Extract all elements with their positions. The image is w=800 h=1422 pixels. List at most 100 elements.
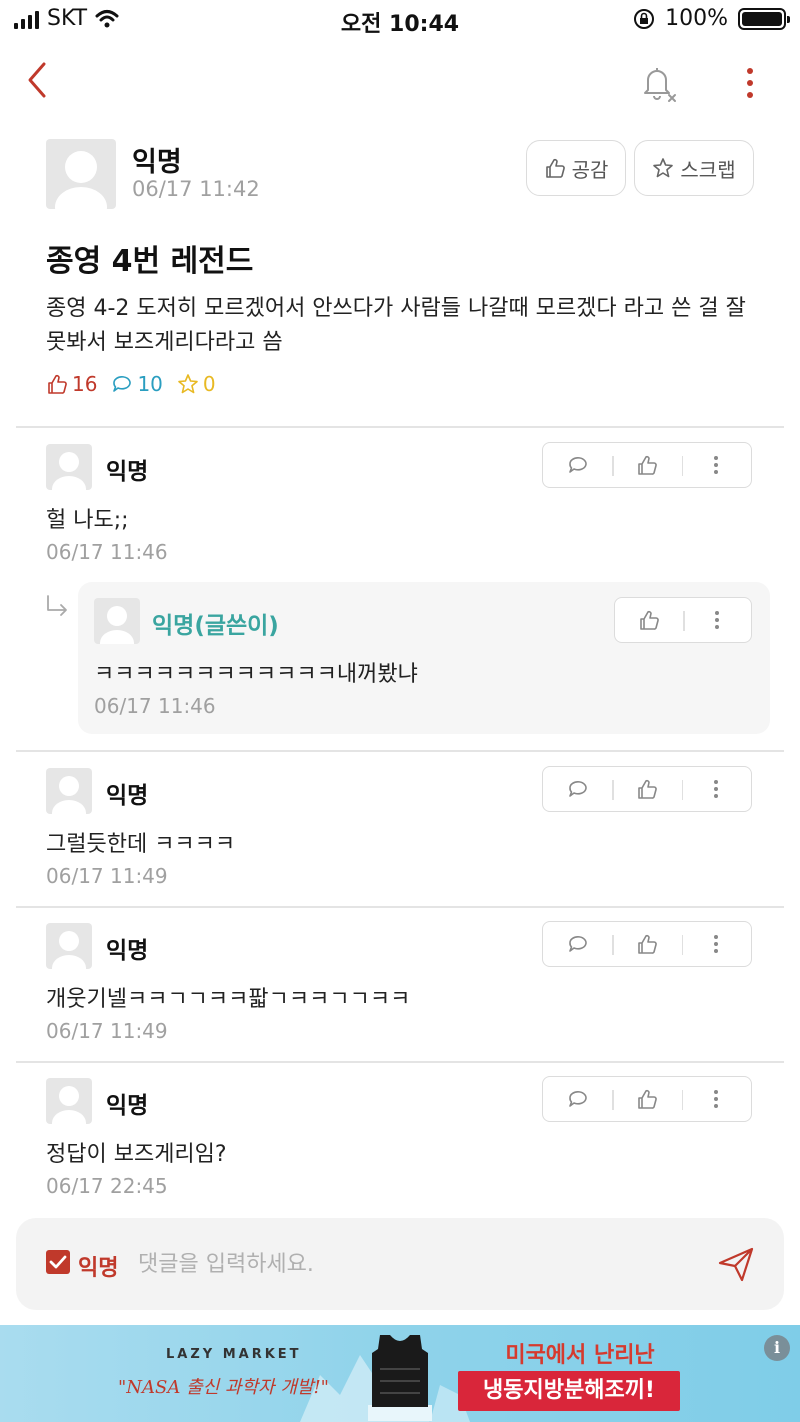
comment-count: 10: [111, 372, 163, 396]
send-icon[interactable]: [716, 1244, 756, 1284]
check-icon: [49, 1255, 67, 1269]
comment-more-button[interactable]: [683, 598, 751, 642]
reply-button[interactable]: [543, 767, 612, 811]
comment-like-button[interactable]: [612, 767, 681, 811]
star-icon: [178, 374, 198, 394]
avatar: [94, 598, 140, 644]
scrap-count: 0: [177, 372, 216, 396]
comment-text: 개웃기넬ㅋㅋㄱㄱㅋㅋ팗ㄱㅋㅋㄱㄱㅋㅋ: [46, 987, 411, 1012]
thumbs-up-icon: [545, 158, 565, 178]
avatar: [46, 444, 92, 490]
like-count: 16: [46, 372, 97, 396]
scrap-label: 스크랩: [680, 157, 736, 182]
comment-actions: [542, 1076, 752, 1122]
thumbs-up-icon: [638, 455, 657, 475]
comment-like-button[interactable]: [612, 443, 681, 487]
comment-count-value: 10: [137, 372, 163, 396]
thumbs-up-icon: [48, 374, 67, 394]
thumbs-up-icon: [640, 610, 659, 630]
post-author: 익명: [132, 147, 182, 178]
anonymous-checkbox[interactable]: [46, 1250, 70, 1274]
comment-more-button[interactable]: [681, 922, 751, 966]
comment-more-button[interactable]: [681, 443, 751, 487]
thumbs-up-icon: [638, 779, 657, 799]
vest-icon: [368, 1335, 432, 1421]
comment-more-button[interactable]: [681, 1077, 751, 1121]
reply-arrow-icon: [47, 595, 67, 616]
comment-actions: [542, 921, 752, 967]
speech-bubble-icon: [568, 936, 587, 952]
star-icon: [653, 158, 674, 178]
avatar: [46, 139, 116, 209]
comment-timestamp: 06/17 11:46: [46, 540, 168, 564]
like-label: 공감: [571, 157, 609, 182]
comment-like-button[interactable]: [612, 922, 681, 966]
comment-like-button[interactable]: [615, 598, 683, 642]
orientation-lock-icon: [634, 8, 655, 29]
scrap-count-value: 0: [202, 372, 216, 396]
comment-text: 그럴듯한데 ㅋㅋㅋㅋ: [46, 832, 236, 857]
more-options-icon: [714, 935, 719, 953]
comment-timestamp: 06/17 22:45: [46, 1174, 168, 1198]
anonymous-label: 익명: [78, 1256, 119, 1281]
post-title: 종영 4번 레전드: [46, 244, 254, 279]
more-options-icon: [714, 1090, 719, 1108]
comment-author-op: 익명(글쓴이): [152, 613, 279, 639]
comment-timestamp: 06/17 11:46: [94, 694, 216, 718]
comment-author: 익명: [106, 938, 149, 964]
avatar: [46, 1078, 92, 1124]
speech-bubble-icon: [568, 781, 587, 797]
post-stats: 16 10 0: [46, 372, 216, 396]
speech-bubble-icon: [568, 457, 587, 473]
more-options-icon: [714, 780, 719, 798]
reply-button[interactable]: [543, 1077, 612, 1121]
status-bar: SKT 오전 10:44 100%: [0, 0, 800, 40]
divider: [16, 906, 784, 908]
nav-bar: [0, 52, 800, 112]
comment-actions: [614, 597, 752, 643]
comment-author: 익명: [106, 1093, 149, 1119]
back-icon[interactable]: [20, 60, 60, 100]
more-options-icon: [715, 611, 719, 629]
reply-button[interactable]: [543, 922, 612, 966]
thumbs-up-icon: [638, 1089, 657, 1109]
more-options-icon: [714, 456, 719, 474]
ad-info-icon[interactable]: i: [764, 1335, 790, 1361]
comment-text: 정답이 보즈게리임?: [46, 1142, 227, 1167]
divider: [16, 426, 784, 428]
comment-author: 익명: [106, 783, 149, 809]
comment-more-button[interactable]: [681, 767, 751, 811]
comment-like-button[interactable]: [612, 1077, 681, 1121]
comment-timestamp: 06/17 11:49: [46, 1019, 168, 1043]
post-timestamp: 06/17 11:42: [132, 177, 260, 201]
ad-slogan: "NASA 출신 과학자 개발!": [118, 1377, 329, 1398]
battery-icon: [738, 7, 790, 30]
post-body: 종영 4-2 도저히 모르겠어서 안쓰다가 사람들 나갈때 모르겠다 라고 쓴 …: [46, 296, 746, 355]
comment-timestamp: 06/17 11:49: [46, 864, 168, 888]
reply-button[interactable]: [543, 443, 612, 487]
speech-bubble-icon: [568, 1091, 587, 1107]
avatar: [46, 923, 92, 969]
divider: [16, 750, 784, 752]
ad-brand: LAZY MARKET: [166, 1347, 302, 1362]
comment-author: 익명: [106, 459, 149, 485]
like-button[interactable]: 공감: [526, 140, 626, 196]
comment-actions: [542, 442, 752, 488]
speech-bubble-icon: [113, 376, 132, 392]
comment-text: ㅋㅋㅋㅋㅋㅋㅋㅋㅋㅋㅋㅋ내꺼봤냐: [94, 662, 418, 687]
scrap-button[interactable]: 스크랩: [634, 140, 754, 196]
ad-headline: 미국에서 난리난: [505, 1343, 655, 1368]
notification-off-icon[interactable]: [636, 60, 682, 106]
more-options-icon[interactable]: [732, 60, 768, 106]
thumbs-up-icon: [638, 934, 657, 954]
like-count-value: 16: [72, 372, 98, 396]
comment-actions: [542, 766, 752, 812]
battery-percent: 100%: [665, 6, 728, 31]
comment-input[interactable]: [138, 1244, 698, 1284]
comment-text: 헐 나도;;: [46, 508, 129, 533]
comment-input-bar: 익명: [16, 1218, 784, 1310]
divider: [16, 1061, 784, 1063]
avatar: [46, 768, 92, 814]
ad-banner[interactable]: LAZY MARKET "NASA 출신 과학자 개발!" 미국에서 난리난 냉…: [0, 1325, 800, 1422]
ad-cta-button[interactable]: 냉동지방분해조끼!: [458, 1371, 680, 1411]
